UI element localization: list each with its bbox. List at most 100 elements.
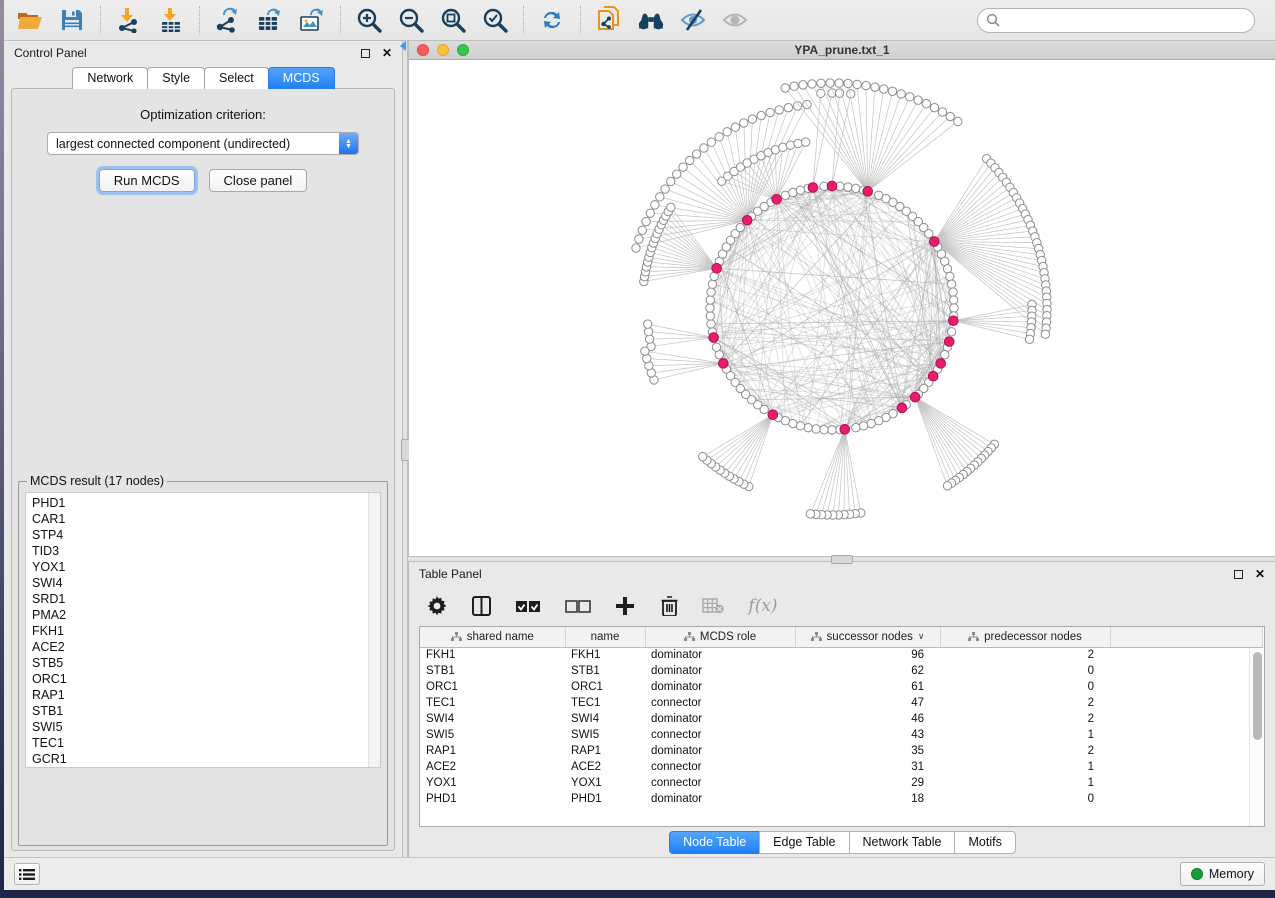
mcds-result-item[interactable]: SRD1 bbox=[32, 591, 380, 607]
mcds-result-item[interactable]: STB5 bbox=[32, 655, 380, 671]
mcds-hub-node[interactable] bbox=[742, 215, 752, 225]
network-canvas[interactable] bbox=[409, 60, 1275, 556]
import-table-button[interactable] bbox=[157, 6, 185, 34]
float-panel-icon[interactable] bbox=[361, 49, 370, 58]
optimization-criterion-select[interactable]: largest connected component (undirected)… bbox=[47, 132, 359, 155]
export-table-button[interactable] bbox=[256, 6, 284, 34]
window-maximize-button[interactable] bbox=[457, 44, 469, 56]
mcds-hub-node[interactable] bbox=[949, 316, 959, 326]
run-mcds-button[interactable]: Run MCDS bbox=[99, 169, 195, 192]
column-header-name[interactable]: name bbox=[565, 627, 645, 647]
tab-mcds[interactable]: MCDS bbox=[268, 67, 335, 89]
tab-network[interactable]: Network bbox=[72, 67, 148, 89]
mcds-hub-node[interactable] bbox=[772, 194, 782, 204]
show-all-button[interactable] bbox=[721, 6, 749, 34]
delete-columns-button[interactable] bbox=[701, 594, 725, 618]
zoom-out-button[interactable] bbox=[397, 6, 425, 34]
table-row[interactable]: PHD1PHD1dominator180 bbox=[420, 791, 1262, 807]
column-header-MCDS-role[interactable]: MCDS role bbox=[645, 627, 795, 647]
float-panel-icon[interactable] bbox=[1234, 570, 1243, 579]
delete-rows-button[interactable] bbox=[657, 594, 681, 618]
table-row[interactable]: TEC1TEC1connector472 bbox=[420, 695, 1262, 711]
mcds-hub-node[interactable] bbox=[863, 187, 873, 197]
export-image-button[interactable] bbox=[298, 6, 326, 34]
mcds-result-item[interactable]: YOX1 bbox=[32, 559, 380, 575]
table-row[interactable]: ACE2ACE2connector311 bbox=[420, 759, 1262, 775]
mcds-result-item[interactable]: FKH1 bbox=[32, 623, 380, 639]
select-all-button[interactable] bbox=[513, 594, 543, 618]
mcds-hub-node[interactable] bbox=[897, 403, 907, 413]
mcds-hub-node[interactable] bbox=[936, 359, 946, 369]
search-input[interactable] bbox=[1005, 10, 1246, 30]
tab-node-table[interactable]: Node Table bbox=[669, 831, 760, 854]
close-panel-icon[interactable]: ✕ bbox=[1255, 568, 1265, 580]
first-neighbors-button[interactable] bbox=[637, 6, 665, 34]
mcds-hub-node[interactable] bbox=[930, 237, 940, 247]
save-session-button[interactable] bbox=[58, 6, 86, 34]
column-header-successor-nodes[interactable]: successor nodes ∨ bbox=[795, 627, 940, 647]
mcds-result-item[interactable]: TID3 bbox=[32, 543, 380, 559]
column-header-predecessor-nodes[interactable]: predecessor nodes bbox=[940, 627, 1110, 647]
mcds-result-item[interactable]: STP4 bbox=[32, 527, 380, 543]
table-row[interactable]: FKH1FKH1dominator962 bbox=[420, 647, 1262, 663]
deselect-all-button[interactable] bbox=[563, 594, 593, 618]
memory-button[interactable]: Memory bbox=[1180, 862, 1265, 886]
mcds-result-item[interactable]: GCR1 bbox=[32, 751, 380, 767]
mcds-hub-node[interactable] bbox=[944, 337, 954, 347]
mcds-hub-node[interactable] bbox=[712, 263, 722, 273]
tab-edge-table[interactable]: Edge Table bbox=[759, 831, 849, 854]
mcds-hub-node[interactable] bbox=[910, 392, 920, 402]
zoom-fit-button[interactable] bbox=[439, 6, 467, 34]
mcds-hub-node[interactable] bbox=[840, 425, 850, 435]
table-row[interactable]: ORC1ORC1dominator610 bbox=[420, 679, 1262, 695]
mcds-result-item[interactable]: PMA2 bbox=[32, 607, 380, 623]
mcds-result-item[interactable]: PHD1 bbox=[32, 495, 380, 511]
splitter-collapse-icon[interactable] bbox=[400, 41, 406, 51]
open-file-button[interactable] bbox=[16, 6, 44, 34]
mcds-result-item[interactable]: TEC1 bbox=[32, 735, 380, 751]
splitter-grab-handle[interactable] bbox=[831, 555, 853, 564]
mcds-result-list[interactable]: PHD1CAR1STP4TID3YOX1SWI4SRD1PMA2FKH1ACE2… bbox=[25, 492, 381, 768]
table-row[interactable]: RAP1RAP1dominator352 bbox=[420, 743, 1262, 759]
table-row[interactable]: STB1STB1dominator620 bbox=[420, 663, 1262, 679]
close-panel-button[interactable]: Close panel bbox=[209, 169, 308, 192]
tab-style[interactable]: Style bbox=[147, 67, 205, 89]
tab-select[interactable]: Select bbox=[204, 67, 269, 89]
mcds-hub-node[interactable] bbox=[808, 183, 818, 193]
mcds-result-item[interactable]: ACE2 bbox=[32, 639, 380, 655]
window-minimize-button[interactable] bbox=[437, 44, 449, 56]
mcds-hub-node[interactable] bbox=[928, 371, 938, 381]
table-row[interactable]: SWI4SWI4dominator462 bbox=[420, 711, 1262, 727]
table-row[interactable]: SWI5SWI5connector431 bbox=[420, 727, 1262, 743]
column-header-shared-name[interactable]: shared name bbox=[420, 627, 565, 647]
mcds-result-item[interactable]: RAP1 bbox=[32, 687, 380, 703]
mcds-result-item[interactable]: CAR1 bbox=[32, 511, 380, 527]
function-builder-button[interactable]: f(x) bbox=[745, 594, 781, 618]
mcds-hub-node[interactable] bbox=[709, 333, 719, 343]
zoom-in-button[interactable] bbox=[355, 6, 383, 34]
vertical-splitter[interactable] bbox=[402, 41, 408, 857]
export-network-button[interactable] bbox=[214, 6, 242, 34]
import-network-button[interactable] bbox=[115, 6, 143, 34]
mcds-result-item[interactable]: STB1 bbox=[32, 703, 380, 719]
mcds-result-item[interactable]: SWI4 bbox=[32, 575, 380, 591]
show-columns-button[interactable] bbox=[469, 594, 493, 618]
mcds-hub-node[interactable] bbox=[718, 359, 728, 369]
table-settings-button[interactable] bbox=[425, 594, 449, 618]
node-table[interactable]: shared namenameMCDS rolesuccessor nodes … bbox=[420, 627, 1263, 807]
new-network-from-selection-button[interactable] bbox=[595, 6, 623, 34]
table-scrollbar-thumb[interactable] bbox=[1253, 652, 1262, 740]
window-close-button[interactable] bbox=[417, 44, 429, 56]
close-panel-icon[interactable]: ✕ bbox=[382, 47, 392, 59]
tab-motifs[interactable]: Motifs bbox=[954, 831, 1015, 854]
horizontal-splitter[interactable] bbox=[408, 556, 1275, 562]
network-window-titlebar[interactable]: YPA_prune.txt_1 bbox=[409, 41, 1275, 60]
network-search-field[interactable] bbox=[977, 8, 1255, 33]
mcds-hub-node[interactable] bbox=[827, 181, 837, 191]
table-scrollbar[interactable] bbox=[1249, 648, 1264, 826]
hide-selected-button[interactable] bbox=[679, 6, 707, 34]
table-row[interactable]: YOX1YOX1connector291 bbox=[420, 775, 1262, 791]
mcds-result-item[interactable]: SWI5 bbox=[32, 719, 380, 735]
zoom-selected-button[interactable] bbox=[481, 6, 509, 34]
mcds-result-item[interactable]: ORC1 bbox=[32, 671, 380, 687]
